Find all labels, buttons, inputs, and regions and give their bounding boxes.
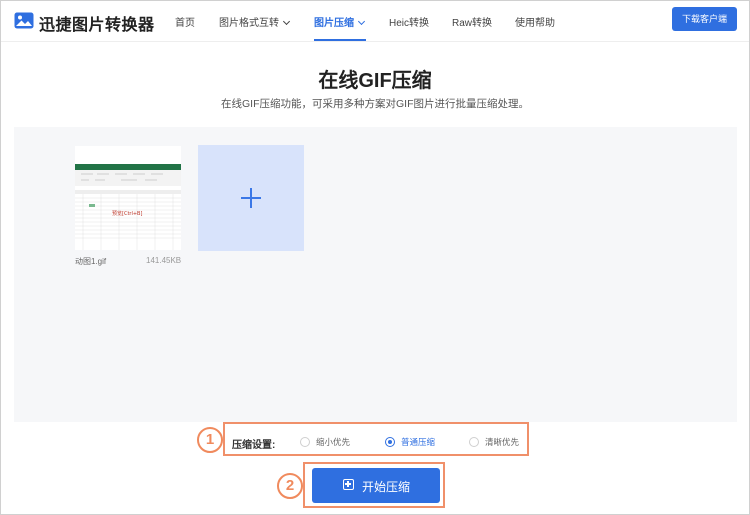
app-logo-text[interactable]: 迅捷图片转换器 <box>39 11 155 35</box>
plus-icon-vertical <box>250 188 252 208</box>
chevron-down-icon <box>357 17 366 26</box>
top-navbar: 迅捷图片转换器 首页 图片格式互转 图片压缩 Heic转换 Raw转换 使用帮助… <box>1 1 749 42</box>
download-client-button[interactable]: 下载客户端 <box>672 7 737 31</box>
radio-clarity-priority-label[interactable]: 清晰优先 <box>485 436 519 448</box>
active-nav-underline <box>314 39 366 41</box>
page-title: 在线GIF压缩 <box>318 70 432 92</box>
step-2-badge: 2 <box>277 473 303 499</box>
nav-raw-convert-label: Raw转换 <box>452 18 493 29</box>
file-size: 141.45KB <box>146 256 182 265</box>
compression-settings-label: 压缩设置: <box>232 440 276 451</box>
step-1-badge: 1 <box>197 427 223 453</box>
file-thumbnail[interactable]: 预览[Ctrl+B] <box>75 146 181 250</box>
compress-icon <box>343 479 354 490</box>
spreadsheet-preview-image: 预览[Ctrl+B] <box>75 146 181 250</box>
nav-home-label: 首页 <box>175 18 195 29</box>
radio-normal-compress[interactable] <box>385 437 395 447</box>
start-compress-button[interactable]: 开始压缩 <box>312 468 440 503</box>
start-compress-label: 开始压缩 <box>362 480 411 494</box>
nav-format-convert-label: 图片格式互转 <box>219 18 279 29</box>
image-logo-icon <box>14 12 34 29</box>
radio-size-priority-label[interactable]: 缩小优先 <box>316 436 350 448</box>
radio-normal-compress-label[interactable]: 普通压缩 <box>401 436 435 448</box>
nav-help[interactable]: 使用帮助 <box>515 14 555 29</box>
nav-raw-convert[interactable]: Raw转换 <box>452 14 492 29</box>
nav-heic-convert-label: Heic转换 <box>389 18 430 29</box>
chevron-down-icon <box>282 17 291 26</box>
nav-image-compress-label: 图片压缩 <box>314 18 354 29</box>
page-subtitle: 在线GIF压缩功能，可采用多种方案对GIF图片进行批量压缩处理。 <box>221 98 529 110</box>
radio-clarity-priority[interactable] <box>469 437 479 447</box>
nav-home[interactable]: 首页 <box>175 14 195 29</box>
nav-format-convert[interactable]: 图片格式互转 <box>219 14 291 29</box>
nav-help-label: 使用帮助 <box>515 18 555 29</box>
add-file-button[interactable] <box>198 145 304 251</box>
radio-size-priority[interactable] <box>300 437 310 447</box>
nav-image-compress[interactable]: 图片压缩 <box>314 14 366 29</box>
nav-heic-convert[interactable]: Heic转换 <box>389 14 429 29</box>
file-name: 动图1.gif <box>75 257 107 266</box>
preview-caption: 预览[Ctrl+B] <box>112 210 142 217</box>
